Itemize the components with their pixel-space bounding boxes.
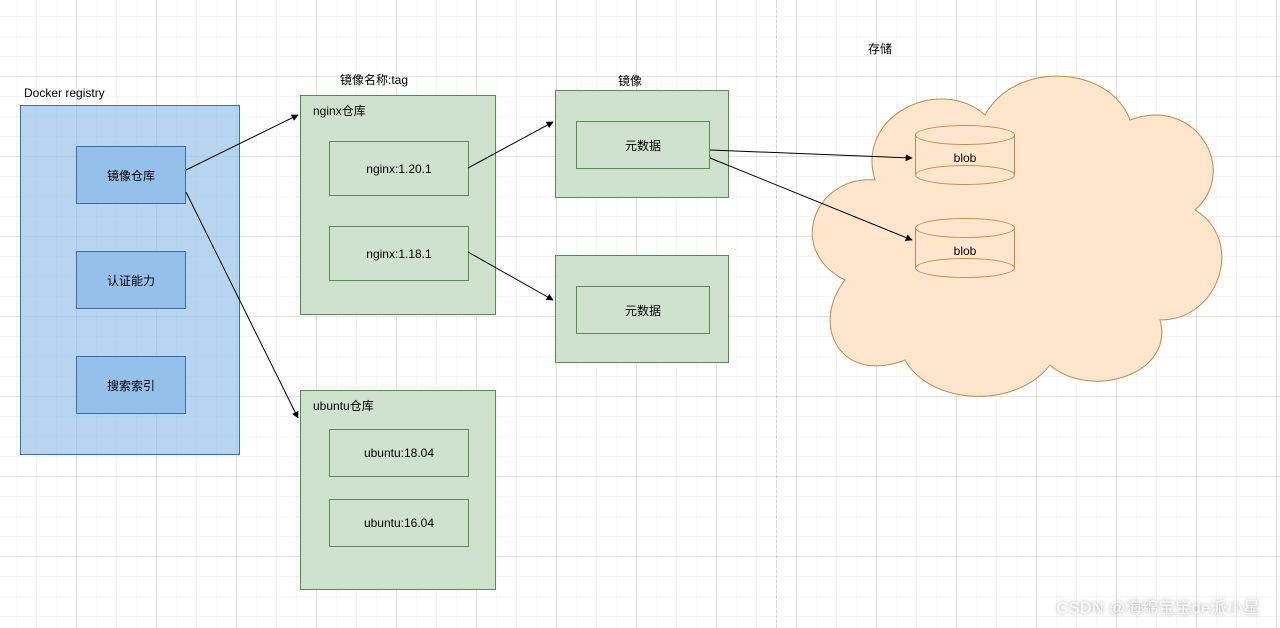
blob-1-label: blob bbox=[915, 151, 1015, 165]
watermark: CSDN @海绵宝宝de派小星 bbox=[1057, 594, 1260, 618]
metadata-inner-2[interactable]: 元数据 bbox=[576, 286, 710, 334]
repo-ubuntu-title: ubuntu仓库 bbox=[313, 397, 374, 414]
metadata-inner-1[interactable]: 元数据 bbox=[576, 121, 710, 169]
registry-item-auth[interactable]: 认证能力 bbox=[76, 251, 186, 309]
header-registry: Docker registry bbox=[24, 86, 105, 100]
blob-2[interactable]: blob bbox=[915, 218, 1015, 278]
cloud-storage[interactable] bbox=[800, 55, 1230, 410]
tag-nginx-1-18-1[interactable]: nginx:1.18.1 bbox=[329, 226, 469, 281]
tag-ubuntu-16-04[interactable]: ubuntu:16.04 bbox=[329, 499, 469, 547]
header-image: 镜像 bbox=[618, 72, 642, 89]
tag-nginx-1-20-1[interactable]: nginx:1.20.1 bbox=[329, 141, 469, 196]
registry-item-image-repo[interactable]: 镜像仓库 bbox=[76, 146, 186, 204]
blob-1[interactable]: blob bbox=[915, 125, 1015, 185]
repo-nginx[interactable]: nginx仓库 nginx:1.20.1 nginx:1.18.1 bbox=[300, 95, 496, 315]
metadata-box-1[interactable]: 元数据 bbox=[555, 90, 729, 198]
blob-2-label: blob bbox=[915, 244, 1015, 258]
registry-item-search[interactable]: 搜索索引 bbox=[76, 356, 186, 414]
registry-container[interactable]: 镜像仓库 认证能力 搜索索引 bbox=[20, 105, 240, 455]
tag-ubuntu-18-04[interactable]: ubuntu:18.04 bbox=[329, 429, 469, 477]
metadata-box-2[interactable]: 元数据 bbox=[555, 255, 729, 363]
repo-nginx-title: nginx仓库 bbox=[313, 102, 366, 119]
diagram-canvas: Docker registry 镜像名称:tag 镜像 存储 镜像仓库 认证能力… bbox=[0, 0, 1280, 628]
vertical-guide bbox=[776, 0, 777, 628]
header-image-name-tag: 镜像名称:tag bbox=[340, 71, 408, 88]
repo-ubuntu[interactable]: ubuntu仓库 ubuntu:18.04 ubuntu:16.04 bbox=[300, 390, 496, 590]
